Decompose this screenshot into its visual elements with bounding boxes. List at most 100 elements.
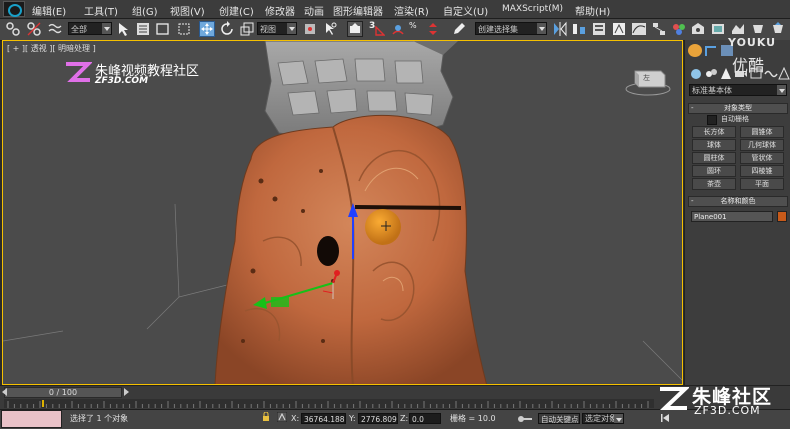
rendered-frame-window-icon[interactable]	[710, 21, 726, 37]
object-color-swatch[interactable]	[777, 211, 787, 222]
link-icon[interactable]	[5, 21, 21, 37]
geometry-category-icon[interactable]	[689, 67, 703, 80]
menu-customize[interactable]: 自定义(U)	[443, 3, 488, 18]
reference-coordinate-dropdown[interactable]: 视图	[257, 22, 297, 35]
box-button[interactable]: 长方体	[692, 126, 736, 138]
command-panel: 标准基本体 - 对象类型 自动栅格 长方体 圆锥体 球体 几何球体 圆柱体 管状体…	[684, 40, 790, 385]
graphite-tools-icon[interactable]	[611, 21, 627, 37]
menu-tools[interactable]: 工具(T)	[84, 3, 118, 18]
lights-category-icon[interactable]	[719, 67, 733, 80]
timeline-track[interactable]	[4, 399, 654, 408]
keyboard-shortcut-override-icon[interactable]	[347, 21, 363, 37]
window-crossing-icon[interactable]	[176, 21, 192, 37]
torus-button[interactable]: 圆环	[692, 165, 736, 177]
sphere-button[interactable]: 球体	[692, 139, 736, 151]
spinner-snap-icon[interactable]	[425, 21, 441, 37]
name-and-color-rollout[interactable]: - 名称和颜色	[688, 196, 788, 207]
youku-watermark-cn: 优酷	[732, 56, 765, 75]
autogrid-label: 自动栅格	[721, 115, 749, 123]
menu-create[interactable]: 创建(C)	[219, 3, 254, 18]
object-name-field[interactable]: Plane001	[691, 211, 773, 222]
cylinder-button[interactable]: 圆柱体	[692, 152, 736, 164]
go-to-start-icon[interactable]	[660, 413, 670, 423]
render-setup-icon[interactable]	[690, 21, 706, 37]
space-warps-category-icon[interactable]	[764, 67, 778, 80]
maxscript-listener-box[interactable]	[1, 410, 62, 428]
viewcube-face-label: 左	[643, 74, 650, 82]
z-coord-label: Z:	[400, 414, 409, 423]
align-icon[interactable]	[571, 21, 587, 37]
y-coord-field[interactable]: 2776.809	[358, 413, 398, 424]
terracotta-body-mesh	[214, 114, 487, 384]
viewport-scene	[3, 41, 682, 384]
prev-frame-arrow-icon[interactable]	[2, 388, 7, 396]
x-coord-field[interactable]: 36764.188	[301, 413, 346, 424]
menu-group[interactable]: 组(G)	[132, 3, 158, 18]
absolute-mode-icon[interactable]	[276, 411, 288, 423]
scale-tool-icon[interactable]	[239, 21, 255, 37]
schematic-view-icon[interactable]	[651, 21, 667, 37]
next-frame-arrow-icon[interactable]	[124, 388, 129, 396]
autogrid-checkbox[interactable]	[707, 115, 717, 125]
teapot-button[interactable]: 茶壶	[692, 178, 736, 190]
create-tab-icon[interactable]	[688, 44, 702, 57]
menu-edit[interactable]: 编辑(E)	[32, 3, 66, 18]
cone-button[interactable]: 圆锥体	[740, 126, 784, 138]
rotate-tool-icon[interactable]	[219, 21, 235, 37]
render-active-shade-icon[interactable]	[770, 21, 786, 37]
select-and-manipulate-icon[interactable]	[322, 21, 338, 37]
zf3d-logo-large-icon	[659, 387, 689, 410]
rectangular-selection-icon[interactable]	[155, 21, 171, 37]
menu-animation[interactable]: 动画	[304, 3, 324, 18]
material-editor-icon[interactable]	[671, 21, 687, 37]
modify-tab-icon[interactable]	[704, 44, 718, 57]
pyramid-button[interactable]: 四棱锥	[740, 165, 784, 177]
mirror-icon[interactable]	[552, 21, 568, 37]
select-object-icon[interactable]	[115, 21, 131, 37]
viewport-label[interactable]: [ + ][ 透视 ][ 明暗处理 ]	[7, 43, 96, 54]
layer-manager-icon[interactable]	[591, 21, 607, 37]
menu-help[interactable]: 帮助(H)	[575, 3, 610, 18]
bind-space-warp-icon[interactable]	[47, 21, 63, 37]
pivot-center-icon[interactable]	[302, 21, 318, 37]
body-hole	[317, 236, 339, 266]
systems-category-icon[interactable]	[778, 66, 790, 80]
named-selection-set-dropdown[interactable]: 创建选择集	[475, 22, 547, 35]
object-type-rollout[interactable]: - 对象类型	[688, 103, 788, 114]
menu-graph-editors[interactable]: 图形编辑器	[333, 3, 383, 18]
slot-groove	[354, 205, 462, 210]
menu-views[interactable]: 视图(V)	[170, 3, 205, 18]
grid-spacing-text: 栅格 = 10.0	[450, 414, 496, 423]
key-filter-dropdown[interactable]: 选定对象	[582, 413, 624, 424]
z-coord-field[interactable]: 0.0	[409, 413, 441, 424]
main-toolbar: 全部 视图 3 % 创建选择集	[0, 19, 790, 41]
edit-named-selection-icon[interactable]	[451, 21, 467, 37]
menu-bar: 编辑(E) 工具(T) 组(G) 视图(V) 创建(C) 修改器 动画 图形编辑…	[0, 0, 790, 19]
set-key-icon[interactable]	[518, 414, 532, 423]
selection-lock-icon[interactable]	[262, 411, 270, 422]
tube-button[interactable]: 管状体	[740, 152, 784, 164]
primitive-category-dropdown[interactable]: 标准基本体	[689, 84, 787, 96]
snap-toggle-icon[interactable]: 3	[369, 21, 385, 37]
angle-snap-icon[interactable]	[390, 21, 406, 37]
shapes-category-icon[interactable]	[704, 67, 718, 80]
zf3d-logo-icon	[66, 62, 92, 82]
geosphere-button[interactable]: 几何球体	[740, 139, 784, 151]
auto-key-button[interactable]: 自动关键点	[538, 413, 580, 424]
render-production-icon[interactable]	[730, 21, 746, 37]
perspective-viewport[interactable]: [ + ][ 透视 ][ 明暗处理 ] 左	[2, 40, 683, 385]
unlink-icon[interactable]	[26, 21, 42, 37]
curve-editor-icon[interactable]	[631, 21, 647, 37]
menu-maxscript[interactable]: MAXScript(M)	[502, 4, 563, 14]
menu-modifiers[interactable]: 修改器	[265, 3, 295, 18]
app-logo-button[interactable]	[3, 1, 25, 17]
move-tool-icon[interactable]	[199, 21, 215, 37]
watermark-url: ZF3D.COM	[95, 76, 149, 86]
time-slider[interactable]: 0 / 100	[4, 387, 122, 398]
menu-rendering[interactable]: 渲染(R)	[394, 3, 429, 18]
plane-button[interactable]: 平面	[740, 178, 784, 190]
percent-snap-icon[interactable]: %	[409, 21, 425, 37]
selection-filter-dropdown[interactable]: 全部	[68, 22, 112, 35]
select-by-name-icon[interactable]	[135, 21, 151, 37]
render-iterative-icon[interactable]	[750, 21, 766, 37]
